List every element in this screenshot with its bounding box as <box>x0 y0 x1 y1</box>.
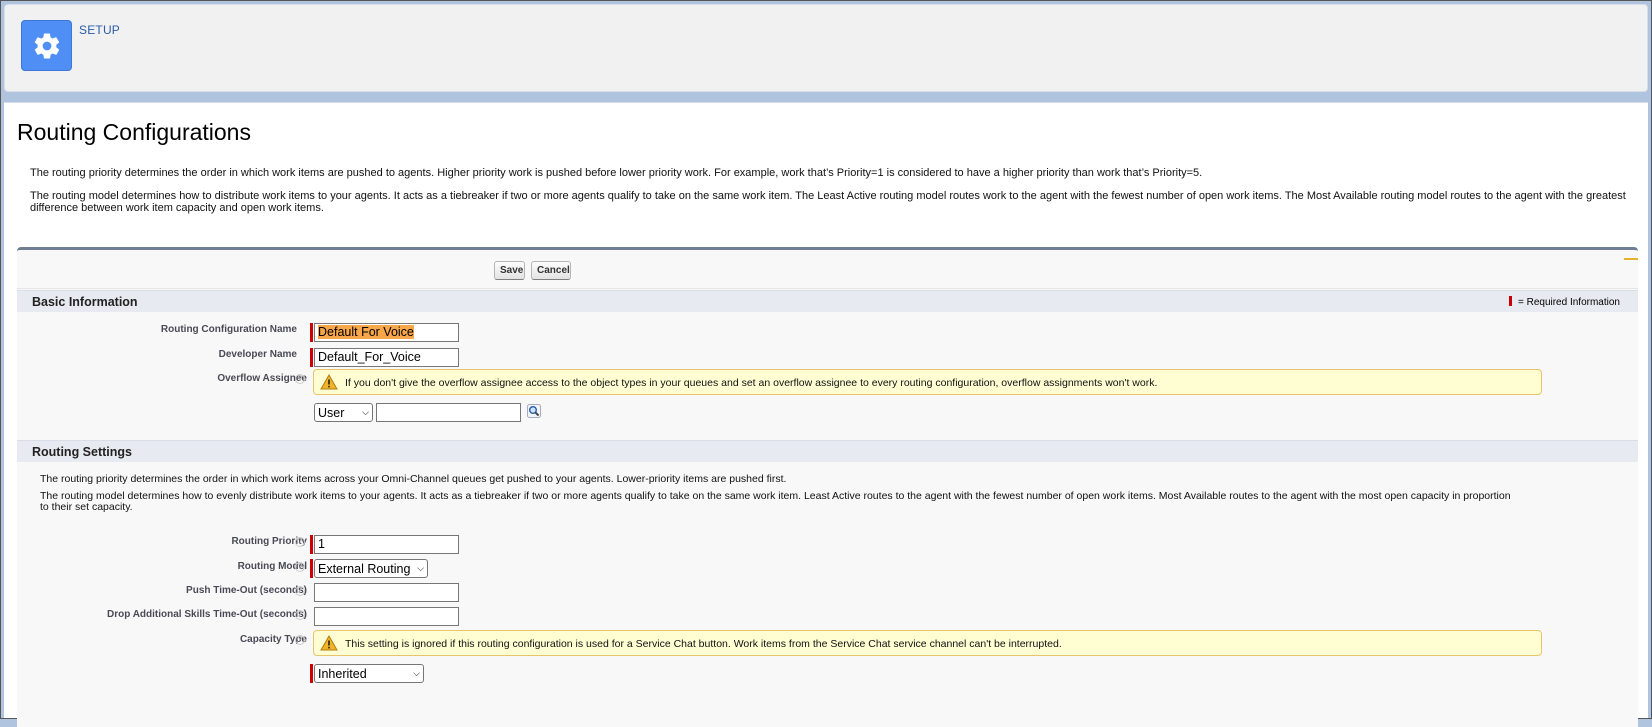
capacity-warning-box: This setting is ignored if this routing … <box>313 630 1542 656</box>
setup-label[interactable]: SETUP <box>79 23 120 37</box>
help-icon[interactable]: ? <box>295 610 305 620</box>
help-icon[interactable]: ? <box>295 537 305 547</box>
developer-name-input[interactable]: Default_For_Voice <box>314 348 459 367</box>
drop-skills-timeout-label: Drop Additional Skills Time-Out (seconds… <box>106 609 307 620</box>
required-marker <box>310 348 313 367</box>
chevron-down-icon: ⌵ <box>362 407 369 417</box>
setup-header: SETUP <box>4 4 1648 92</box>
section-title: Basic Information <box>32 295 138 309</box>
routing-config-name-input[interactable]: Default For Voice <box>314 323 459 342</box>
cancel-button[interactable]: Cancel <box>531 261 571 280</box>
routing-model-select[interactable]: External Routing ⌵ <box>314 559 428 578</box>
routing-config-form: Save Cancel Basic Information = Required… <box>17 247 1638 727</box>
drop-skills-timeout-input[interactable] <box>314 607 459 626</box>
routing-model-value: External Routing <box>318 561 411 576</box>
overflow-type-select[interactable]: User ⌵ <box>314 403 373 422</box>
intro-priority-text: The routing priority determines the orde… <box>30 167 1203 179</box>
capacity-warning-text: This setting is ignored if this routing … <box>345 638 1062 650</box>
developer-name-label: Developer Name <box>218 349 297 360</box>
required-info-legend: = Required Information <box>1508 296 1620 308</box>
overflow-assignee-lookup-input[interactable] <box>376 403 521 422</box>
help-icon[interactable]: ? <box>295 635 305 645</box>
routing-priority-input[interactable]: 1 <box>314 535 459 554</box>
save-button[interactable]: Save <box>494 261 525 280</box>
selected-text: Default For Voice <box>318 325 414 339</box>
push-timeout-input[interactable] <box>314 583 459 602</box>
required-marker <box>310 664 313 683</box>
main-content: Routing Configurations The routing prior… <box>4 102 1648 727</box>
help-icon[interactable]: ? <box>295 562 305 572</box>
warning-icon <box>320 635 338 651</box>
capacity-type-value: Inherited <box>318 666 367 681</box>
chevron-down-icon: ⌵ <box>413 668 420 678</box>
basic-information-header: Basic Information = Required Information <box>17 290 1638 312</box>
gear-icon <box>34 33 59 59</box>
overflow-assignee-label: Overflow Assignee <box>217 373 307 384</box>
search-icon[interactable] <box>527 404 541 418</box>
required-marker <box>1508 296 1512 306</box>
required-marker <box>310 323 313 342</box>
overflow-type-value: User <box>318 405 345 420</box>
section-title: Routing Settings <box>32 445 132 459</box>
routing-settings-header: Routing Settings <box>17 440 1638 462</box>
help-icon[interactable]: ? <box>295 374 305 384</box>
capacity-type-select[interactable]: Inherited ⌵ <box>314 664 424 683</box>
help-icon[interactable]: ? <box>295 586 305 596</box>
page-title: Routing Configurations <box>17 119 251 145</box>
routing-settings-priority-desc: The routing priority determines the orde… <box>40 473 787 485</box>
divider <box>17 288 1638 289</box>
orange-marker <box>1624 258 1638 260</box>
required-marker <box>310 535 313 554</box>
required-info-text: = Required Information <box>1517 297 1620 308</box>
warning-icon <box>320 374 338 390</box>
setup-tile[interactable] <box>21 20 72 71</box>
intro-model-text: The routing model determines how to dist… <box>30 190 1626 214</box>
routing-config-name-label: Routing Configuration Name <box>160 324 297 335</box>
push-timeout-label: Push Time-Out (seconds) <box>186 585 307 596</box>
overflow-warning-text: If you don't give the overflow assignee … <box>345 377 1158 389</box>
required-marker <box>310 559 313 578</box>
chevron-down-icon: ⌵ <box>417 563 424 573</box>
overflow-warning-box: If you don't give the overflow assignee … <box>313 369 1542 395</box>
routing-settings-model-desc: The routing model determines how to even… <box>40 490 1511 513</box>
